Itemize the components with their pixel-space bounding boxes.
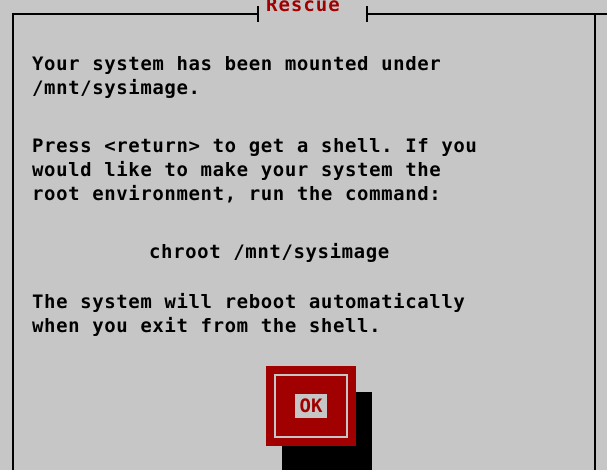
dialog-border-top-left: [12, 13, 258, 15]
ok-button[interactable]: OK: [266, 366, 356, 446]
message-line: would like to make your system the: [32, 159, 442, 181]
message-line: Press <return> to get a shell. If you: [32, 135, 478, 157]
dialog-border-right: [594, 13, 596, 470]
dialog-title: Rescue: [266, 0, 341, 16]
message-line: The system will reboot automatically: [32, 291, 466, 313]
command-text: chroot /mnt/sysimage: [149, 241, 390, 263]
ok-button-frame: OK: [274, 374, 348, 438]
message-line: /mnt/sysimage.: [32, 77, 201, 99]
message-line: root environment, run the command:: [32, 183, 442, 205]
rescue-screen: Rescue Your system has been mounted unde…: [0, 0, 607, 470]
dialog-border-top-right: [368, 13, 607, 15]
title-bracket-left: [257, 6, 259, 22]
message-line: Your system has been mounted under: [32, 53, 442, 75]
message-line: when you exit from the shell.: [32, 315, 382, 337]
ok-button-label: OK: [299, 395, 323, 417]
ok-button-face: OK: [294, 394, 328, 418]
title-bracket-right: [366, 6, 368, 22]
dialog-border-left: [12, 13, 14, 470]
